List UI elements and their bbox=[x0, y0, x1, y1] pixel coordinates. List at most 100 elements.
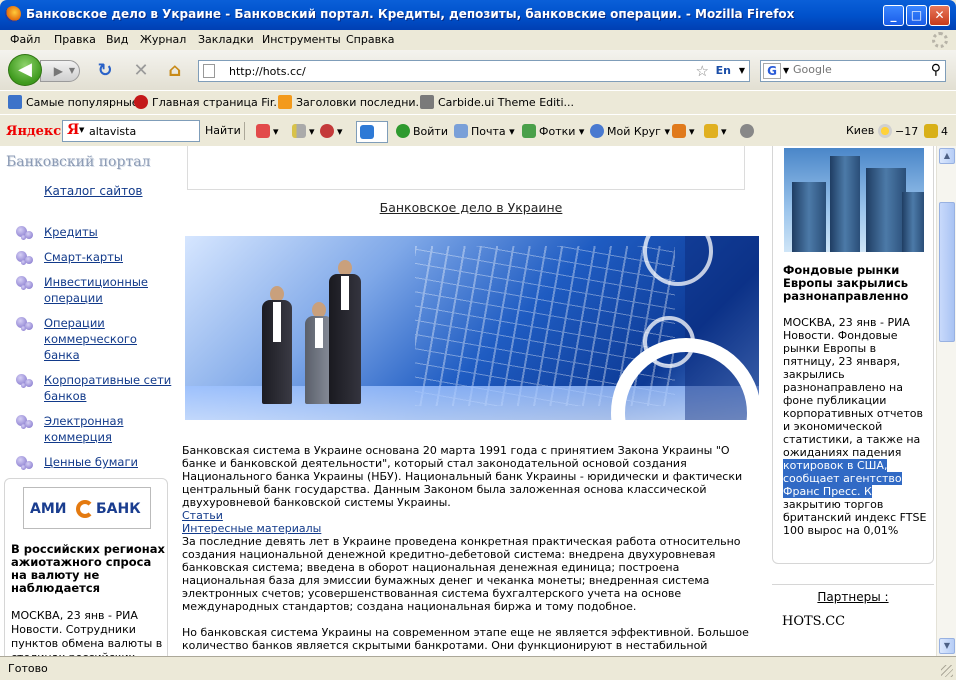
spellcheck-button[interactable] bbox=[356, 121, 388, 143]
scroll-thumb[interactable] bbox=[939, 202, 955, 342]
partners-heading[interactable]: Партнеры : bbox=[772, 590, 934, 604]
bookmark-folder-icon bbox=[8, 95, 22, 109]
star-icon bbox=[704, 124, 718, 138]
sidebar-link[interactable]: Смарт-карты bbox=[44, 250, 123, 264]
menu-file[interactable]: Файл bbox=[10, 33, 40, 46]
resize-grip-icon[interactable] bbox=[941, 665, 953, 677]
minimize-button[interactable]: _ bbox=[883, 5, 904, 26]
sidebar-link[interactable]: Кредиты bbox=[44, 225, 98, 239]
bookmark-firefox-home[interactable]: Главная страница Fir... bbox=[134, 95, 284, 109]
chevron-down-icon[interactable]: ▼ bbox=[79, 126, 84, 134]
search-icon[interactable]: ⚲ bbox=[931, 62, 941, 78]
page-icon bbox=[203, 64, 215, 78]
yandex-search-field[interactable]: Я ▼ altavista bbox=[62, 120, 200, 142]
top-frame bbox=[187, 146, 745, 190]
search-bar[interactable]: G ▼ ⚲ bbox=[760, 60, 946, 82]
google-icon[interactable]: G bbox=[763, 63, 781, 79]
window-title: Банковское дело в Украине - Банковский п… bbox=[26, 7, 795, 21]
close-button[interactable]: ✕ bbox=[929, 5, 950, 26]
mail-label: Почта bbox=[471, 125, 506, 138]
search-input[interactable] bbox=[793, 63, 923, 76]
yandex-circle-button[interactable]: Мой Круг ▾ bbox=[590, 124, 670, 138]
maximize-button[interactable]: □ bbox=[906, 5, 927, 26]
url-text[interactable]: http://hots.cc/ bbox=[229, 65, 306, 78]
forward-button[interactable]: ▶ ▼ bbox=[40, 60, 80, 82]
weather-widget[interactable]: −17 bbox=[878, 124, 918, 138]
bookmark-headlines[interactable]: Заголовки последни... bbox=[278, 95, 426, 109]
throbber-icon bbox=[932, 32, 948, 48]
news-text-part: закрытию торгов британский индекс FTSE 1… bbox=[783, 498, 927, 537]
menu-history[interactable]: Журнал bbox=[140, 33, 186, 46]
window-titlebar[interactable]: Банковское дело в Украине - Банковский п… bbox=[0, 0, 956, 30]
articles-link[interactable]: Статьи bbox=[182, 509, 762, 522]
bookmark-label: Главная страница Fir... bbox=[152, 96, 284, 109]
letter-icon bbox=[924, 124, 938, 138]
sidebar-item-corporate-networks[interactable]: Корпоративные сети банков bbox=[14, 372, 172, 404]
businessman-figure bbox=[259, 286, 295, 406]
sidebar-item-commercial-ops[interactable]: Операции коммерческого банка bbox=[14, 315, 172, 363]
bookmark-most-visited[interactable]: Самые популярные bbox=[8, 95, 139, 109]
ami-logo-mark-icon bbox=[76, 500, 94, 518]
antispam-icon[interactable]: ▾ bbox=[320, 124, 343, 138]
navigation-toolbar: ▶▼ ◀ ↻ ✕ ⌂ http://hots.cc/ ☆ En ▼ G ▼ ⚲ bbox=[0, 50, 956, 90]
pen-icon bbox=[256, 124, 270, 138]
yandex-mail-button[interactable]: Почта ▾ bbox=[454, 124, 515, 138]
sidebar-link[interactable]: Операции коммерческого банка bbox=[44, 316, 137, 362]
yandex-photos-button[interactable]: Фотки ▾ bbox=[522, 124, 584, 138]
menu-view[interactable]: Вид bbox=[106, 33, 128, 46]
bookmark-carbide[interactable]: Carbide.ui Theme Editi... bbox=[420, 95, 574, 109]
bookmark-star-icon[interactable]: ☆ bbox=[696, 62, 709, 80]
url-bar[interactable]: http://hots.cc/ ☆ En ▼ bbox=[198, 60, 750, 82]
divider bbox=[772, 584, 934, 585]
yandex-find-button[interactable]: Найти bbox=[205, 124, 241, 137]
rank-icon[interactable]: ▾ bbox=[292, 124, 315, 138]
left-news-title[interactable]: В российских регионах ажиотажного спроса… bbox=[11, 543, 167, 595]
web-content: Банковский портал Каталог сайтов Кредиты… bbox=[0, 146, 936, 656]
interesting-materials-link[interactable]: Интересные материалы bbox=[182, 522, 762, 535]
sidebar-item-securities[interactable]: Ценные бумаги bbox=[14, 454, 172, 470]
sidebar-item-smartcards[interactable]: Смарт-карты bbox=[14, 249, 172, 265]
sidebar-link[interactable]: Корпоративные сети банков bbox=[44, 373, 171, 403]
article-paragraph: Но банковская система Украины на совреме… bbox=[182, 626, 749, 652]
right-news-title[interactable]: Фондовые рынки Европы закрылись разнонап… bbox=[783, 264, 931, 303]
chevron-down-icon[interactable]: ▼ bbox=[69, 61, 75, 81]
sidebar-link[interactable]: Электронная коммерция bbox=[44, 414, 123, 444]
sidebar-item-investments[interactable]: Инвестиционные операции bbox=[14, 274, 172, 306]
sidebar-item-credits[interactable]: Кредиты bbox=[14, 224, 172, 240]
partner-hots-logo[interactable]: HOTS.CC bbox=[782, 614, 845, 629]
sidebar-link[interactable]: Инвестиционные операции bbox=[44, 275, 148, 305]
notification-counter[interactable]: 4 bbox=[924, 124, 948, 138]
menu-edit[interactable]: Правка bbox=[54, 33, 96, 46]
chevron-down-icon[interactable]: ▼ bbox=[739, 66, 745, 75]
ami-bank-logo[interactable]: АМИ БАНК bbox=[23, 487, 151, 529]
page-title[interactable]: Банковское дело в Украине bbox=[182, 200, 760, 215]
article-paragraph: За последние девять лет в Украине провед… bbox=[182, 535, 741, 613]
menu-tools[interactable]: Инструменты bbox=[262, 33, 341, 46]
favorites-icon[interactable]: ▾ bbox=[704, 124, 727, 138]
bars-icon bbox=[292, 124, 306, 138]
reload-icon[interactable]: ↻ bbox=[94, 60, 116, 82]
notification-count: 4 bbox=[941, 125, 948, 138]
news-text-part: МОСКВА, 23 янв - РИА Новости. Фондовые р… bbox=[783, 316, 923, 459]
chevron-down-icon[interactable]: ▼ bbox=[783, 66, 789, 75]
weather-city[interactable]: Киев bbox=[846, 124, 874, 137]
sidebar-item-ecommerce[interactable]: Электронная коммерция bbox=[14, 413, 172, 445]
catalog-link[interactable]: Каталог сайтов bbox=[44, 184, 143, 198]
menu-bookmarks[interactable]: Закладки bbox=[198, 33, 254, 46]
bubble-bullet-icon bbox=[16, 226, 36, 240]
menu-help[interactable]: Справка bbox=[346, 33, 394, 46]
yandex-logo[interactable]: Яндекс bbox=[6, 124, 61, 139]
language-indicator[interactable]: En bbox=[716, 64, 731, 77]
stop-icon[interactable]: ✕ bbox=[130, 60, 152, 82]
yandex-login-button[interactable]: Войти bbox=[396, 124, 448, 138]
yandex-search-value[interactable]: altavista bbox=[89, 125, 136, 138]
home-icon[interactable]: ⌂ bbox=[164, 60, 186, 82]
scroll-up-arrow-icon[interactable]: ▲ bbox=[939, 148, 955, 164]
back-button[interactable]: ◀ bbox=[8, 54, 42, 86]
vertical-scrollbar[interactable]: ▲ ▼ bbox=[936, 146, 956, 656]
highlight-icon[interactable]: ▾ bbox=[256, 124, 279, 138]
sidebar-link[interactable]: Ценные бумаги bbox=[44, 455, 138, 469]
settings-gear-icon[interactable] bbox=[740, 124, 757, 138]
scroll-down-arrow-icon[interactable]: ▼ bbox=[939, 638, 955, 654]
money-icon[interactable]: ▾ bbox=[672, 124, 695, 138]
